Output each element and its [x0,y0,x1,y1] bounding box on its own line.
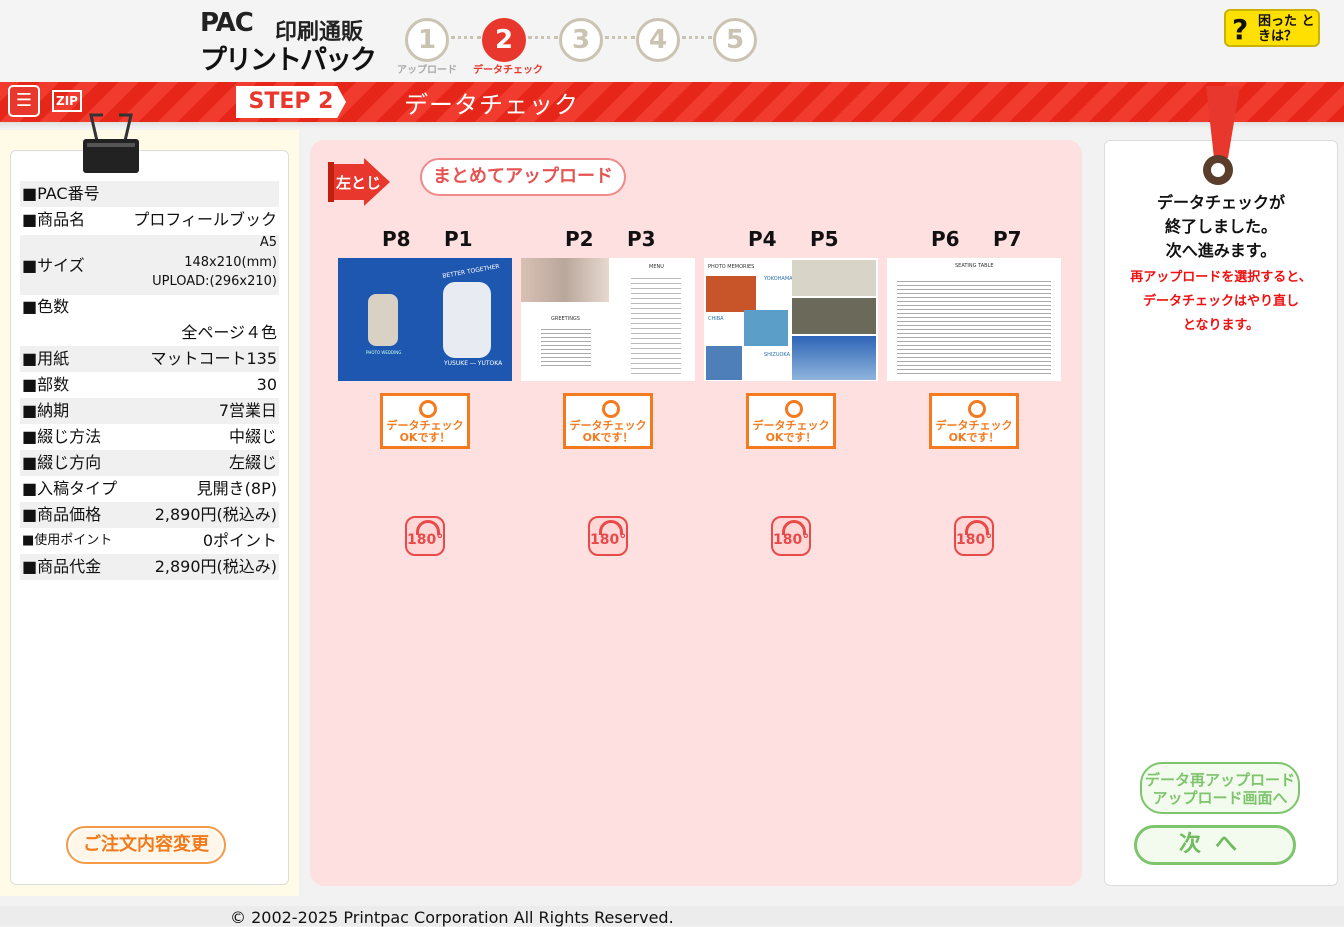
info-row-colors-value: 全ページ４色 [181,323,277,342]
page-label: P5 [810,227,839,251]
step-5-circle: 5 [713,18,757,62]
photo-frame [368,294,398,346]
next-button[interactable]: 次へ [1134,825,1296,865]
thumb-text: PHOTO MEMORIES [708,264,755,270]
clipboard-icon[interactable]: ☰ [8,85,40,117]
step-3-circle: 3 [559,18,603,62]
svg-text:左とじ: 左とじ [335,174,381,192]
logo-sub: プリントパック [200,45,377,76]
logo-pac: PAC [200,8,254,38]
photo [706,346,742,380]
step-tag: STEP 2 [236,86,346,118]
info-row-submission-type: ■入稿タイプ 見開き(8P) [22,479,277,498]
step-connector [605,36,635,39]
info-row-binding-direction: ■綴じ方向 左綴じ [20,450,279,476]
help-label: 困った ときは？ [1258,14,1315,44]
step-2-circle: 2 [482,18,526,62]
page-label: P6 [931,227,960,251]
info-row-total: ■商品代金 2,890円(税込み) [20,554,279,580]
data-check-ok-badge: データチェック OKです！ [563,393,653,449]
step-bar-shadow [0,122,1344,128]
spread-thumbnail[interactable]: SEATING TABLE [887,258,1061,381]
zip-icon[interactable]: ZIP [52,90,82,112]
info-row-product-name: ■商品名 プロフィールブック [22,210,277,229]
copyright: © 2002-2025 Printpac Corporation All Rig… [230,908,674,927]
thumb-text: SHIZUOKA [764,352,791,358]
thumb-text: MENU [649,264,664,270]
step-bar [0,82,1344,122]
seating-list [897,278,1051,374]
step-1-circle: 1 [405,18,449,62]
photo [792,260,876,296]
help-button[interactable]: ? 困った ときは？ [1224,9,1320,47]
info-row-binding-method: ■綴じ方法 中綴じ [22,427,277,446]
reupload-button[interactable]: データ再アップロード アップロード画面へ [1140,762,1300,814]
page-label: P7 [993,227,1022,251]
left-binding-icon: 左とじ [328,158,390,206]
step-1-label: アップロード [397,65,457,76]
data-check-area [310,140,1082,886]
text-block [541,326,591,366]
info-row-product-price: ■商品価格 2,890円(税込み) [20,502,279,528]
spread-thumbnail[interactable]: BETTER TOGETHER YUSUKE ― YUTOKA PHOTO WE… [338,258,512,381]
order-change-button[interactable]: ご注文内容変更 [66,826,226,864]
photo [792,298,876,334]
step-4-circle: 4 [636,18,680,62]
tag-icon [1203,86,1240,185]
question-icon: ? [1232,13,1249,46]
rotate-180-button[interactable]: 180° [588,516,628,556]
thumb-text: SEATING TABLE [955,263,994,269]
spread-thumbnail[interactable]: PHOTO MEMORIES YOKOHAMA CHIBA SHIZUOKA [704,258,878,381]
warning-message: 再アップロードを選択すると、 データチェックはやり直し となります。 [1130,270,1312,333]
thumb-text: CHIBA [708,316,724,322]
rotate-180-button[interactable]: 180° [954,516,994,556]
page-label: P4 [748,227,777,251]
data-check-ok-badge: データチェック OKです！ [746,393,836,449]
info-row-paper: ■用紙 マットコート135 [20,346,279,372]
info-row-delivery: ■納期 7営業日 [20,398,279,424]
step-connector [528,36,558,39]
thumb-text: BETTER TOGETHER [441,263,501,280]
rotate-180-button[interactable]: 180° [771,516,811,556]
thumb-text: YOKOHAMA [764,276,793,282]
photo [792,336,876,380]
info-row-pac-number: ■PAC番号 [20,181,279,207]
data-check-ok-badge: データチェック OKです！ [380,393,470,449]
bulk-upload-button[interactable]: まとめてアップロード [420,158,626,196]
page-label: P1 [444,227,473,251]
page-label: P8 [382,227,411,251]
photo-frame [443,282,491,358]
step-2-label: データチェック [473,65,543,76]
thumb-text: GREETINGS [551,316,580,322]
text-block [631,274,681,374]
info-row-size: ■サイズ A5 148x210(mm) UPLOAD:(296x210) [20,235,279,295]
spread-thumbnail[interactable]: MENU GREETINGS [521,258,695,381]
status-message: データチェックが 終了しました。 次へ進みます。 [1156,193,1285,260]
step-connector [682,36,712,39]
thumb-text: YUSUKE ― YUTOKA [444,360,503,367]
photo [521,258,609,302]
page-label: P3 [627,227,656,251]
thumb-text: PHOTO WEDDING [366,350,402,355]
info-row-colors: ■色数 [22,297,70,316]
photo [744,310,788,346]
info-row-points-used: ■使用ポイント 0ポイント [22,531,277,550]
page-label: P2 [565,227,594,251]
data-check-ok-badge: データチェック OKです！ [929,393,1019,449]
page-title: データチェック [404,91,579,119]
binder-clip-icon [83,113,139,173]
info-row-copies: ■部数 30 [22,375,277,394]
step-connector [451,36,481,39]
rotate-180-button[interactable]: 180° [405,516,445,556]
photo [706,276,756,312]
